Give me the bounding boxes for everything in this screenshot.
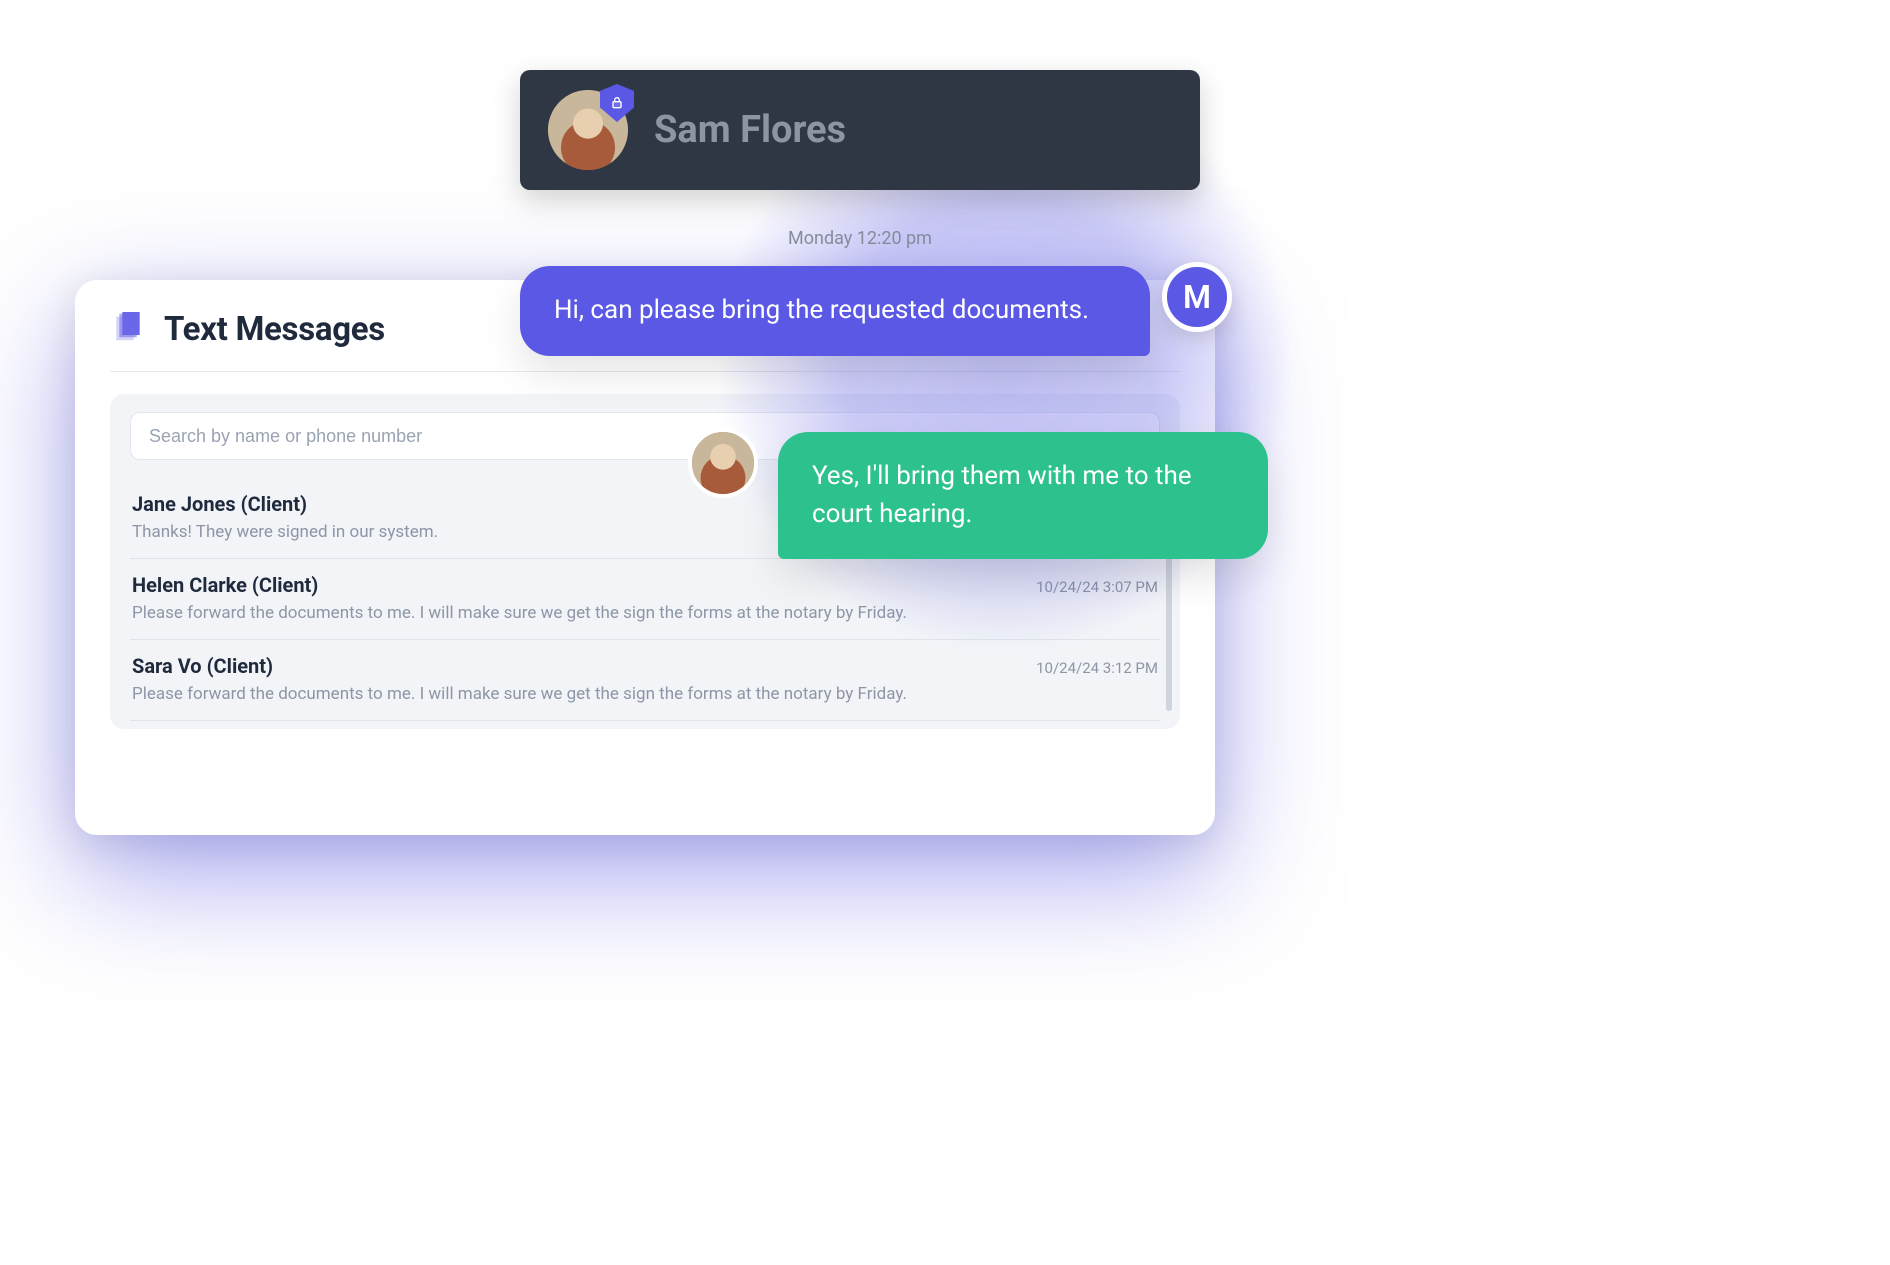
sender-avatar-initial: M <box>1162 262 1232 332</box>
contact-header[interactable]: Sam Flores <box>520 70 1200 190</box>
sender-initial: M <box>1183 278 1211 316</box>
outgoing-message-bubble: Hi, can please bring the requested docum… <box>520 266 1150 356</box>
thread-time: 10/24/24 3:12 PM <box>1036 659 1158 677</box>
thread-name: Helen Clarke (Client) <box>132 573 318 597</box>
outgoing-message-text: Hi, can please bring the requested docum… <box>554 295 1089 325</box>
thread-preview: Please forward the documents to me. I wi… <box>132 684 1158 704</box>
documents-stack-icon <box>110 312 146 348</box>
chat-timestamp: Monday 12:20 pm <box>720 228 1000 249</box>
thread-name: Jane Jones (Client) <box>132 492 307 516</box>
incoming-message-bubble: Yes, I'll bring them with me to the cour… <box>778 432 1268 559</box>
contact-avatar <box>548 90 628 170</box>
incoming-message-text: Yes, I'll bring them with me to the cour… <box>812 461 1192 529</box>
thread-name: Sara Vo (Client) <box>132 654 273 678</box>
thread-item[interactable]: Sara Vo (Client) 10/24/24 3:12 PM Please… <box>130 640 1160 721</box>
contact-name: Sam Flores <box>654 108 846 152</box>
reply-avatar <box>688 428 758 498</box>
panel-title: Text Messages <box>164 310 385 349</box>
